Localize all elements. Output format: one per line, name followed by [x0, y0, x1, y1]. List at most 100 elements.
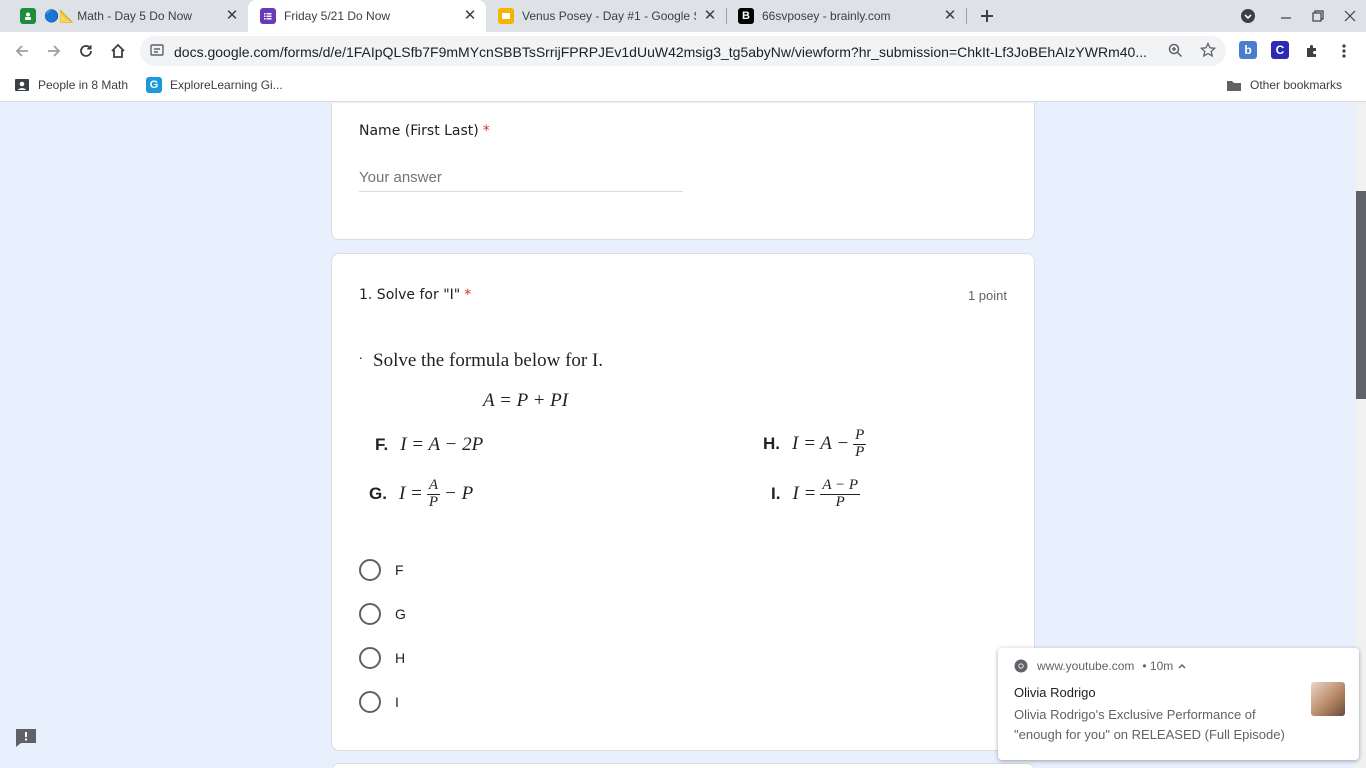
option-lhs: I = — [792, 483, 817, 505]
bookmark-label: People in 8 Math — [38, 78, 129, 92]
fraction: A − P P — [820, 477, 861, 511]
explorelearning-icon: G — [146, 77, 162, 93]
question-image: . Solve the formula below for I. A = P +… — [359, 346, 899, 526]
back-arrow-icon — [15, 45, 28, 57]
other-bookmarks-label: Other bookmarks — [1250, 78, 1343, 92]
notification-age: • 10m — [1142, 659, 1174, 673]
new-tab-button[interactable] — [975, 4, 999, 28]
scrollbar-thumb[interactable] — [1356, 191, 1366, 399]
minimize-icon — [1281, 17, 1291, 19]
home-icon — [111, 43, 125, 58]
reload-button[interactable] — [74, 39, 98, 63]
close-icon[interactable]: ✕ — [942, 8, 958, 24]
bookmark-label: ExploreLearning Gi... — [170, 78, 283, 92]
image-option-h: H. I = A − P P — [763, 427, 870, 461]
extensions-button[interactable] — [1300, 39, 1324, 63]
restore-button[interactable] — [1306, 4, 1330, 28]
close-icon[interactable]: ✕ — [702, 8, 718, 24]
tab-title: Venus Posey - Day #1 - Google S — [522, 9, 696, 23]
radio-button[interactable] — [359, 603, 381, 625]
image-bullet: . — [359, 348, 363, 363]
fraction: P P — [853, 427, 867, 461]
tab-search-icon — [1241, 9, 1255, 23]
extension-c-icon[interactable]: C — [1271, 41, 1289, 59]
reload-icon — [80, 45, 92, 57]
forward-arrow-icon — [48, 45, 61, 57]
name-answer-input[interactable] — [359, 164, 683, 192]
youtube-notification[interactable]: www.youtube.com • 10m Olivia Rodrigo Oli… — [998, 648, 1359, 760]
feedback-icon — [16, 729, 36, 747]
close-icon[interactable]: ✕ — [462, 8, 478, 24]
google-classroom-icon — [20, 8, 36, 24]
home-button[interactable] — [106, 39, 130, 63]
choice-i[interactable]: I — [359, 691, 399, 713]
browser-toolbar: docs.google.com/forms/d/e/1FAIpQLSfb7F9m… — [0, 32, 1366, 70]
image-prompt: Solve the formula below for I. — [373, 350, 604, 371]
bookmarks-bar: People in 8 Math G ExploreLearning Gi...… — [0, 70, 1366, 102]
choice-label: F — [395, 562, 404, 578]
option-lhs: I = — [398, 483, 423, 505]
zoom-icon[interactable] — [1168, 43, 1183, 63]
option-lhs: I = A − — [792, 433, 850, 455]
next-question-card — [331, 763, 1035, 768]
bookmark-star-icon[interactable] — [1199, 41, 1217, 63]
tab-friday-do-now[interactable]: Friday 5/21 Do Now ✕ — [248, 0, 486, 32]
tab-divider — [966, 8, 967, 24]
radio-button[interactable] — [359, 691, 381, 713]
fraction-numerator: A − P — [820, 477, 861, 495]
forward-button[interactable] — [42, 39, 66, 63]
other-bookmarks-folder[interactable]: Other bookmarks — [1226, 77, 1342, 93]
close-icon[interactable]: ✕ — [224, 8, 240, 24]
fraction-denominator: P — [835, 493, 845, 510]
choice-label: I — [395, 694, 399, 710]
choice-f[interactable]: F — [359, 559, 404, 581]
notification-thumbnail — [1311, 682, 1345, 716]
tab-title: 66svposey - brainly.com — [762, 9, 891, 23]
menu-button[interactable] — [1332, 39, 1356, 63]
kebab-menu-icon — [1342, 44, 1346, 58]
name-question-card: Name (First Last) * — [331, 103, 1035, 240]
extension-b-icon[interactable]: b — [1239, 41, 1257, 59]
site-info-icon[interactable] — [150, 43, 164, 62]
image-option-g: G. I = A P − P — [369, 477, 474, 511]
option-expression: I = A − P P — [792, 427, 870, 461]
question-title: Name (First Last) * — [359, 123, 490, 139]
option-letter: F. — [375, 435, 389, 454]
tab-title: Friday 5/21 Do Now — [284, 9, 391, 23]
back-button[interactable] — [10, 39, 34, 63]
url-text: docs.google.com/forms/d/e/1FAIpQLSfb7F9m… — [174, 44, 1147, 60]
close-window-button[interactable] — [1338, 4, 1362, 28]
tab-google-slides[interactable]: Venus Posey - Day #1 - Google S ✕ — [486, 0, 726, 32]
image-formula: A = P + PI — [483, 390, 569, 411]
address-bar[interactable]: docs.google.com/forms/d/e/1FAIpQLSfb7F9m… — [140, 36, 1226, 66]
required-asterisk: * — [464, 287, 472, 303]
choice-label: G — [395, 606, 406, 622]
contacts-icon — [14, 77, 30, 93]
choice-g[interactable]: G — [359, 603, 406, 625]
tab-search-button[interactable] — [1236, 4, 1260, 28]
tab-brainly[interactable]: B 66svposey - brainly.com ✕ — [726, 0, 966, 32]
minimize-button[interactable] — [1274, 4, 1298, 28]
folder-icon — [1226, 77, 1242, 93]
bookmark-people-in-8-math[interactable]: People in 8 Math — [14, 77, 128, 93]
tab-math-day5[interactable]: 🔵📐 Math - Day 5 Do Now ✕ — [8, 0, 248, 32]
tab-strip: 🔵📐 Math - Day 5 Do Now ✕ Friday 5/21 Do … — [0, 0, 1366, 32]
option-rhs: − P — [444, 483, 474, 505]
puzzle-icon — [1307, 45, 1316, 57]
brainly-icon: B — [738, 8, 754, 24]
fraction-numerator: A — [426, 477, 441, 495]
image-option-i: I. I = A − P P — [771, 477, 864, 511]
choice-h[interactable]: H — [359, 647, 405, 669]
radio-button[interactable] — [359, 559, 381, 581]
question-1-card: 1. Solve for "I" * 1 point . Solve the fo… — [331, 253, 1035, 751]
notification-domain: www.youtube.com — [1037, 659, 1135, 673]
notification-source: www.youtube.com • 10m — [1014, 659, 1187, 673]
restore-icon — [1312, 10, 1324, 22]
chevron-up-icon[interactable] — [1177, 661, 1187, 671]
feedback-button[interactable] — [14, 727, 38, 749]
radio-button[interactable] — [359, 647, 381, 669]
bookmark-explorelearning[interactable]: G ExploreLearning Gi... — [146, 77, 283, 93]
tab-title: 🔵📐 Math - Day 5 Do Now — [44, 9, 192, 23]
notification-body: Olivia Rodrigo's Exclusive Performance o… — [1014, 707, 1285, 742]
option-expression: I = A − 2P — [400, 434, 484, 455]
